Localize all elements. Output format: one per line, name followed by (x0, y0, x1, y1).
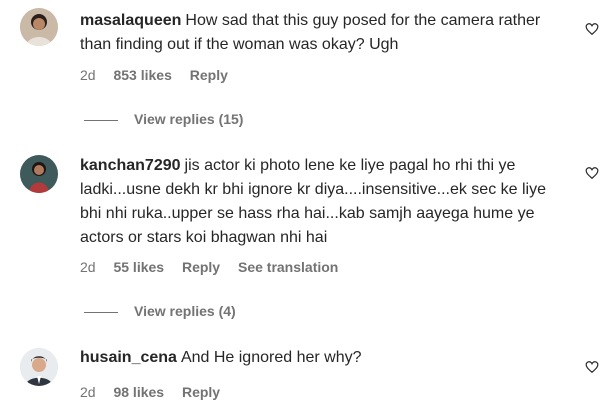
comment-meta: 2d 55 likes Reply See translation (80, 258, 352, 276)
comment-time: 2d (80, 384, 96, 400)
view-replies-label: View replies (15) (134, 111, 244, 127)
comment-likes[interactable]: 55 likes (113, 259, 164, 275)
view-replies-button[interactable]: View replies (15) (84, 110, 243, 128)
comment-time: 2d (80, 67, 96, 83)
heart-outline-icon[interactable] (585, 360, 599, 374)
heart-outline-icon[interactable] (585, 22, 599, 36)
replies-divider (84, 311, 118, 313)
comment-username[interactable]: husain_cena (80, 349, 177, 366)
view-replies-button[interactable]: View replies (4) (84, 302, 236, 320)
reply-button[interactable]: Reply (182, 259, 220, 275)
comment-text-block: husain_cena And He ignored her why? (80, 346, 560, 370)
comment-text-block: masalaqueen How sad that this guy posed f… (80, 9, 560, 57)
reply-button[interactable]: Reply (190, 67, 228, 83)
view-replies-label: View replies (4) (134, 303, 236, 319)
avatar[interactable] (20, 155, 58, 193)
comment-likes[interactable]: 98 likes (113, 384, 164, 400)
comment-likes[interactable]: 853 likes (113, 67, 171, 83)
comment-username[interactable]: masalaqueen (80, 12, 181, 29)
comment-text-block: kanchan7290 jis actor ki photo lene ke li… (80, 154, 560, 250)
comment-meta: 2d 98 likes Reply (80, 383, 234, 401)
heart-outline-icon[interactable] (585, 166, 599, 180)
see-translation-button[interactable]: See translation (238, 259, 338, 275)
comment-time: 2d (80, 259, 96, 275)
replies-divider (84, 119, 118, 121)
comment-username[interactable]: kanchan7290 (80, 157, 181, 174)
avatar[interactable] (20, 348, 58, 386)
comment-text: And He ignored her why? (180, 349, 362, 366)
avatar[interactable] (20, 8, 58, 46)
comment-meta: 2d 853 likes Reply (80, 66, 242, 84)
reply-button[interactable]: Reply (182, 384, 220, 400)
